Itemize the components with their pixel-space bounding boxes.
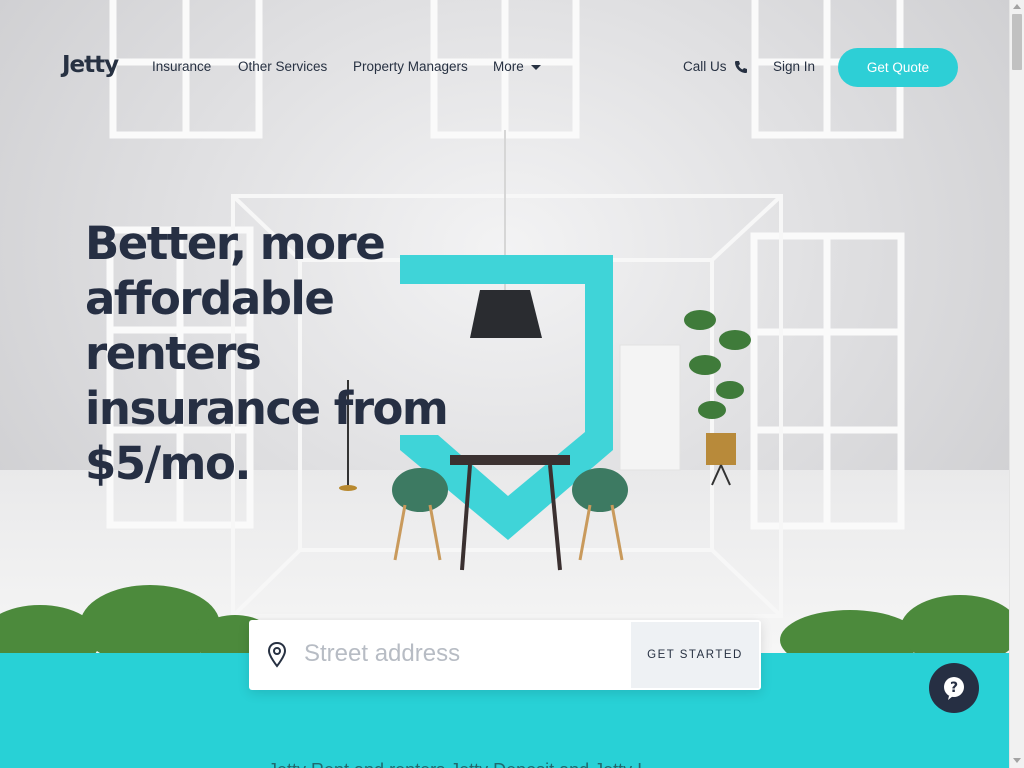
nav-more-label: More bbox=[493, 59, 524, 74]
scroll-down-arrow[interactable] bbox=[1013, 758, 1021, 763]
help-question-icon: ? bbox=[944, 677, 964, 700]
street-address-input[interactable] bbox=[304, 636, 624, 672]
svg-text:?: ? bbox=[950, 680, 958, 696]
vertical-scrollbar[interactable] bbox=[1009, 0, 1024, 768]
nav-link-property-managers[interactable]: Property Managers bbox=[353, 59, 468, 74]
chevron-down-icon bbox=[530, 64, 541, 70]
sign-in-link[interactable]: Sign In bbox=[773, 59, 815, 74]
call-us-link[interactable]: Call Us bbox=[683, 59, 727, 74]
band-text: Jetty Rent and renters Jetty Deposit and… bbox=[268, 760, 657, 768]
phone-icon[interactable] bbox=[733, 59, 749, 75]
get-quote-button[interactable]: Get Quote bbox=[838, 48, 958, 87]
location-pin-icon bbox=[267, 641, 287, 668]
nav-more-dropdown[interactable]: More bbox=[493, 59, 541, 74]
jetty-logo[interactable]: Jetty bbox=[62, 52, 119, 78]
nav-link-insurance[interactable]: Insurance bbox=[152, 59, 211, 74]
nav-link-other-services[interactable]: Other Services bbox=[238, 59, 327, 74]
get-started-button[interactable]: GET STARTED bbox=[631, 622, 759, 688]
hero-headline: Better, more affordable renters insuranc… bbox=[85, 217, 449, 490]
scrollbar-thumb[interactable] bbox=[1012, 14, 1022, 70]
scroll-up-arrow[interactable] bbox=[1013, 4, 1021, 9]
top-navigation: Jetty Insurance Other Services Property … bbox=[0, 0, 1009, 130]
help-button[interactable]: ? bbox=[929, 663, 979, 713]
